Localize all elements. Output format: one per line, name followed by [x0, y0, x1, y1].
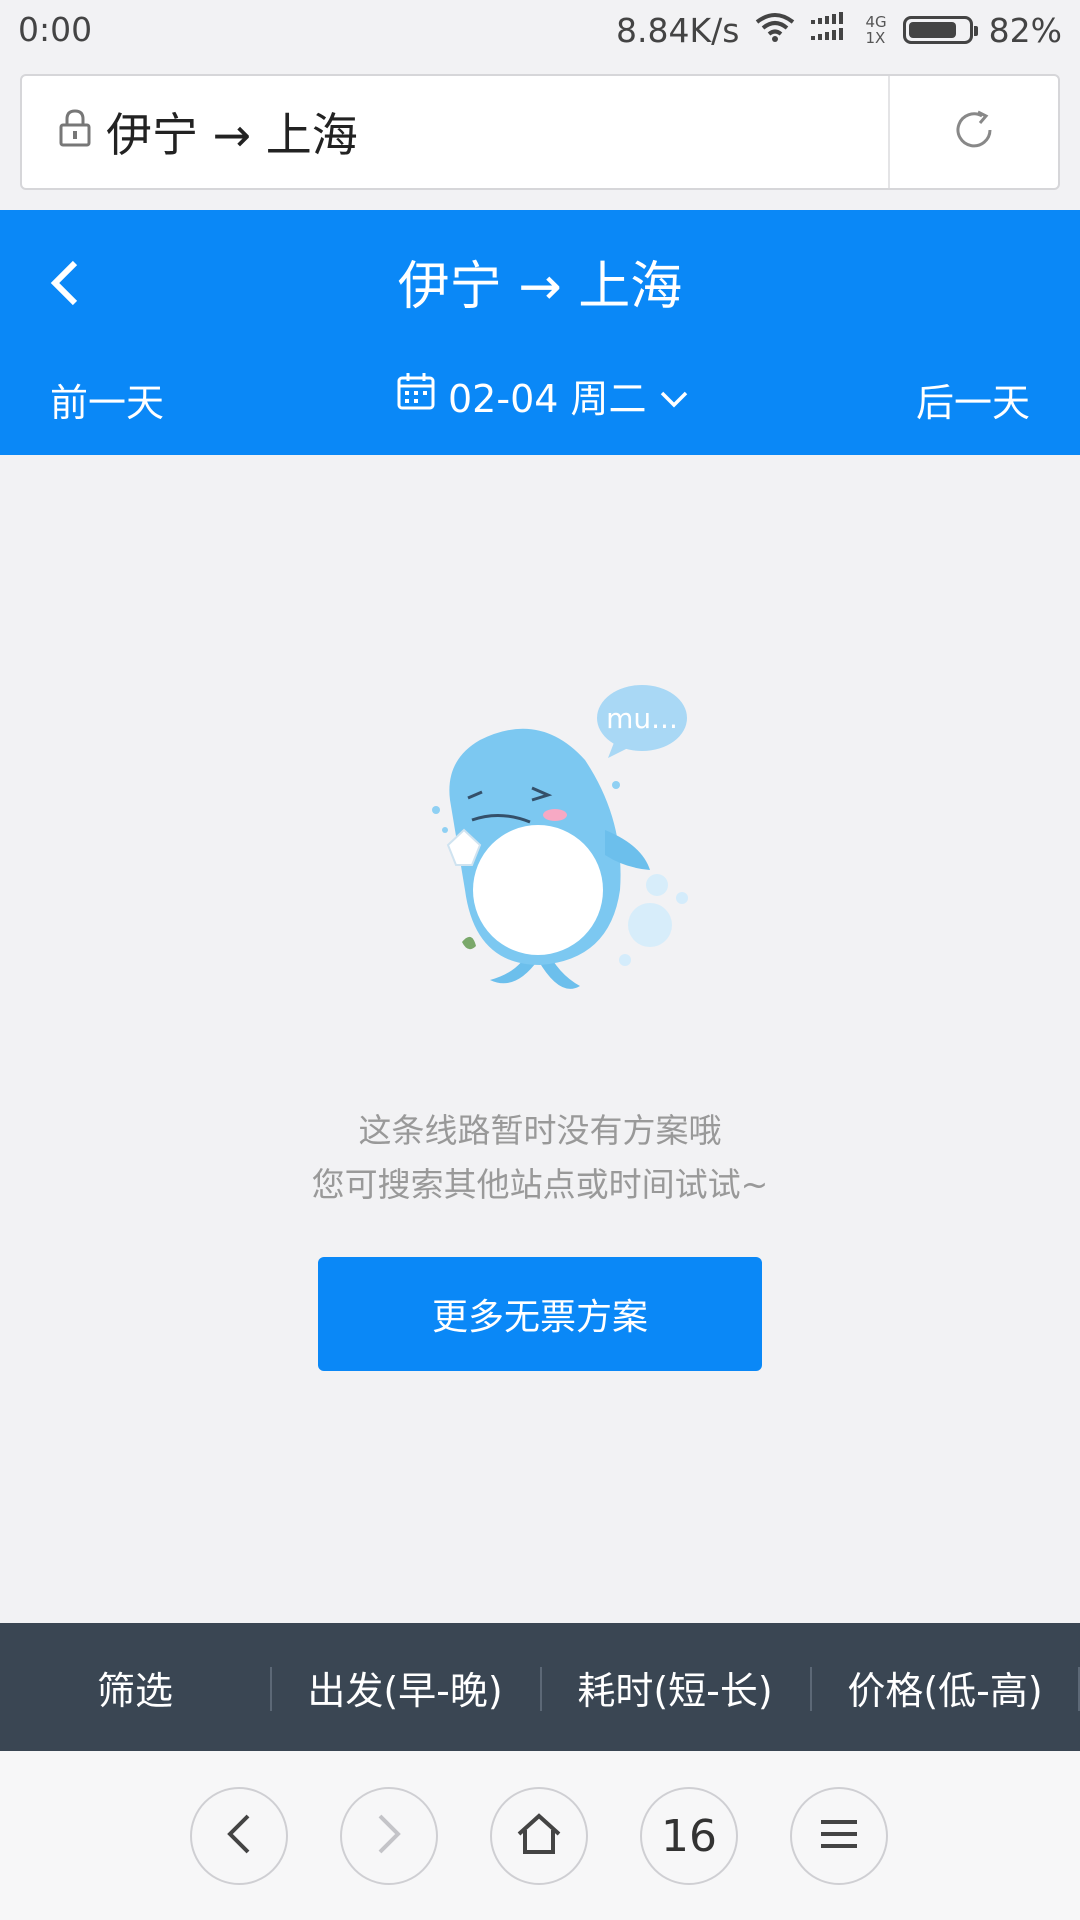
- browser-bottom-nav: 16: [0, 1751, 1080, 1920]
- calendar-icon: [396, 371, 436, 420]
- browser-forward-button[interactable]: [340, 1787, 438, 1885]
- network-speed: 8.84K/s: [616, 10, 740, 50]
- tab-count: 16: [661, 1810, 717, 1862]
- home-icon: [515, 1812, 563, 1860]
- url-text: 伊宁 → 上海: [106, 108, 358, 162]
- sort-duration-button[interactable]: 耗时(短-长): [540, 1623, 810, 1751]
- wifi-icon: [755, 11, 795, 50]
- empty-message-line-2: 您可搜索其他站点或时间试试~: [311, 1165, 769, 1204]
- chevron-down-icon: [659, 374, 689, 418]
- browser-back-button[interactable]: [190, 1787, 288, 1885]
- status-indicators: 8.84K/s 4G 1X 82%: [616, 10, 1062, 50]
- url-field[interactable]: 伊宁 → 上海: [22, 99, 888, 165]
- network-type: 4G 1X: [865, 13, 887, 47]
- browser-menu-button[interactable]: [790, 1787, 888, 1885]
- sort-price-button[interactable]: 价格(低-高): [810, 1623, 1080, 1751]
- battery-percent: 82%: [988, 10, 1062, 50]
- sort-departure-button[interactable]: 出发(早-晚): [270, 1623, 540, 1751]
- mascot-bubble-text: mu...: [606, 702, 678, 735]
- chevron-right-icon: [374, 1812, 404, 1860]
- chevron-left-icon: [224, 1812, 254, 1860]
- signal-icon: [811, 10, 849, 50]
- lock-icon: [58, 105, 92, 159]
- menu-icon: [818, 1817, 860, 1855]
- reload-button[interactable]: [888, 76, 1058, 188]
- tab-count-button[interactable]: 16: [640, 1787, 738, 1885]
- browser-home-button[interactable]: [490, 1787, 588, 1885]
- next-day-button[interactable]: 后一天: [916, 372, 1030, 427]
- page-title: 伊宁 → 上海: [397, 257, 683, 317]
- status-bar: 0:00 8.84K/s 4G 1X 82%: [0, 0, 1080, 60]
- status-time: 0:00: [18, 10, 93, 49]
- sort-filter-bar: 筛选 出发(早-晚) 耗时(短-长) 价格(低-高): [0, 1623, 1080, 1751]
- filter-button[interactable]: 筛选: [0, 1623, 270, 1751]
- prev-day-button[interactable]: 前一天: [50, 372, 164, 427]
- selected-date: 02-04 周二: [448, 377, 647, 421]
- dolphin-mascot-illustration: mu...: [420, 680, 700, 1010]
- address-bar[interactable]: 伊宁 → 上海: [20, 74, 1060, 190]
- reload-icon: [952, 108, 996, 156]
- battery-fill: [908, 22, 957, 38]
- more-no-ticket-options-button[interactable]: 更多无票方案: [318, 1257, 762, 1371]
- empty-message-line-1: 这条线路暂时没有方案哦: [358, 1111, 722, 1150]
- app-header: 伊宁 → 上海 前一天 02-04 周二 后一天: [0, 210, 1080, 455]
- date-picker[interactable]: 02-04 周二: [396, 368, 689, 423]
- battery-icon: [902, 16, 978, 44]
